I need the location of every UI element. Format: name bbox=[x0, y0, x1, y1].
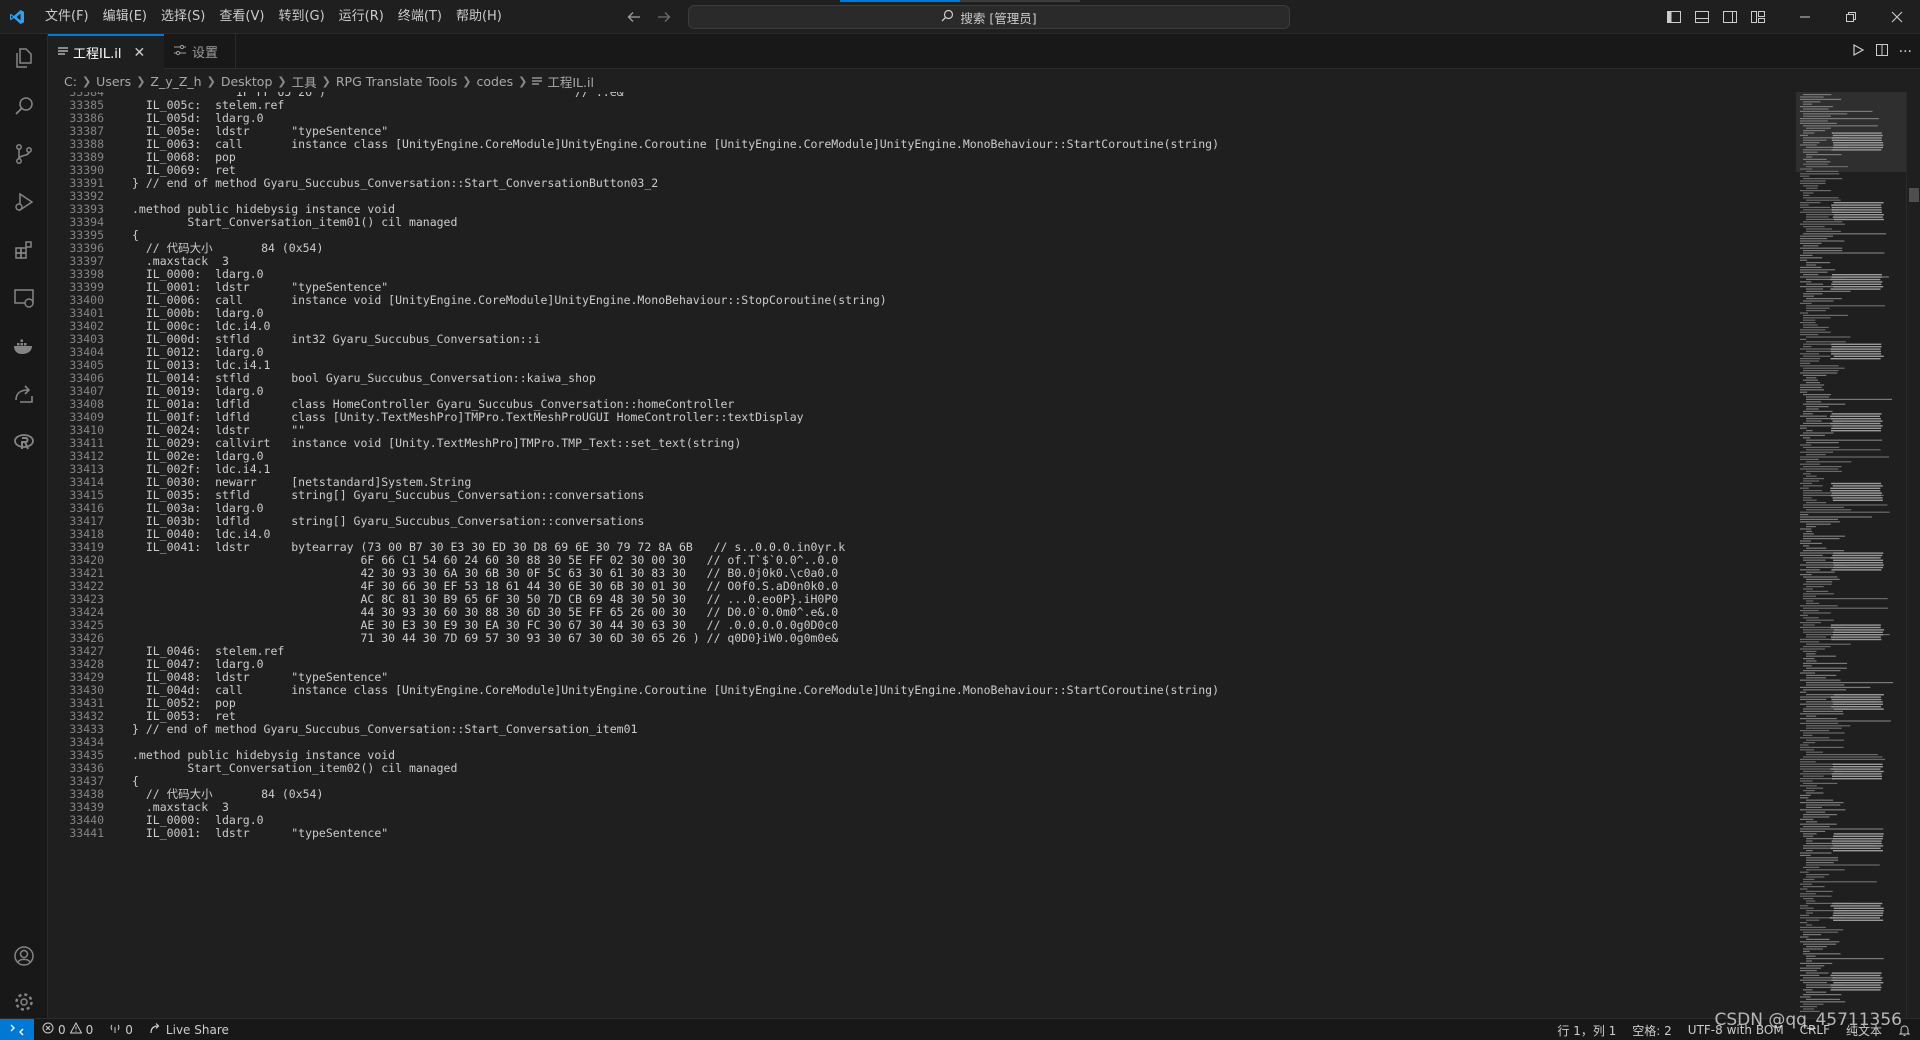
warning-icon bbox=[69, 1021, 82, 1037]
toggle-primary-sidebar-icon[interactable] bbox=[1660, 0, 1688, 34]
vertical-scrollbar[interactable] bbox=[1906, 92, 1920, 1018]
menu-file[interactable]: 文件(F) bbox=[38, 0, 96, 34]
search-label: 搜索 [管理员] bbox=[960, 10, 1037, 26]
cursor-position[interactable]: 行 1，列 1 bbox=[1549, 1022, 1624, 1039]
watermark: CSDN @qq_45711356 bbox=[1714, 1010, 1902, 1030]
menu-edit[interactable]: 编辑(E) bbox=[96, 0, 154, 34]
breadcrumb-item[interactable]: 工具 bbox=[292, 72, 317, 91]
chevron-right-icon: ❯ bbox=[277, 74, 287, 88]
chevron-right-icon: ❯ bbox=[462, 74, 472, 88]
menu-help[interactable]: 帮助(H) bbox=[449, 0, 509, 34]
remote-indicator-icon[interactable] bbox=[0, 1018, 34, 1040]
problems-indicator[interactable]: 0 0 bbox=[34, 1021, 101, 1037]
docker-icon[interactable] bbox=[0, 322, 48, 370]
tab-close-icon[interactable]: ✕ bbox=[133, 45, 145, 61]
accounts-icon[interactable] bbox=[0, 932, 48, 980]
minimize-icon[interactable] bbox=[1782, 0, 1828, 34]
tab-il-file[interactable]: 工程IL.il ✕ bbox=[48, 34, 164, 69]
chevron-right-icon: ❯ bbox=[518, 74, 528, 88]
activity-bar bbox=[0, 34, 48, 1018]
command-center-search[interactable]: 搜索 [管理员] bbox=[688, 5, 1290, 29]
line-number: 33441 bbox=[69, 826, 104, 840]
title-bar: 文件(F) 编辑(E) 选择(S) 查看(V) 转到(G) 运行(R) 终端(T… bbox=[0, 0, 1920, 34]
vscode-logo-icon bbox=[0, 0, 34, 34]
breadcrumb-item[interactable]: RPG Translate Tools bbox=[336, 74, 457, 89]
code-line[interactable]: 33441 IL_0001: ldstr "typeSentence" bbox=[48, 825, 1796, 841]
ports-count: 0 bbox=[125, 1022, 133, 1037]
more-actions-icon[interactable]: ··· bbox=[1899, 44, 1912, 60]
breadcrumb-item[interactable]: Desktop bbox=[221, 74, 273, 89]
menu-terminal[interactable]: 终端(T) bbox=[391, 0, 449, 34]
chevron-right-icon: ❯ bbox=[321, 74, 331, 88]
customize-layout-icon[interactable] bbox=[1744, 0, 1772, 34]
extensions-icon[interactable] bbox=[0, 226, 48, 274]
toggle-panel-icon[interactable] bbox=[1688, 0, 1716, 34]
breadcrumb-item[interactable]: Z_y_Z_h bbox=[150, 74, 201, 89]
tab-label: 设置 bbox=[192, 46, 219, 61]
source-control-icon[interactable] bbox=[0, 130, 48, 178]
settings-sliders-icon bbox=[174, 44, 186, 60]
menu-view[interactable]: 查看(V) bbox=[212, 0, 271, 34]
live-share-label: Live Share bbox=[165, 1022, 229, 1037]
file-lines-icon bbox=[532, 77, 543, 85]
menu-selection[interactable]: 选择(S) bbox=[154, 0, 212, 34]
breadcrumb-item[interactable]: codes bbox=[476, 74, 513, 89]
chevron-right-icon: ❯ bbox=[206, 74, 216, 88]
tab-settings[interactable]: 设置 bbox=[164, 34, 236, 69]
run-file-icon[interactable] bbox=[1851, 43, 1865, 61]
ports-indicator[interactable]: 0 bbox=[101, 1022, 141, 1037]
restore-icon[interactable] bbox=[1828, 0, 1874, 34]
menu-go[interactable]: 转到(G) bbox=[271, 0, 331, 34]
breadcrumb-item[interactable]: C: bbox=[64, 74, 77, 89]
live-share-icon[interactable] bbox=[0, 370, 48, 418]
forward-arrow-icon[interactable] bbox=[654, 7, 674, 27]
live-share-status-icon bbox=[149, 1022, 162, 1038]
error-icon bbox=[42, 1022, 54, 1037]
explorer-icon[interactable] bbox=[0, 34, 48, 82]
breadcrumb-file-label: 工程IL.il bbox=[547, 74, 594, 90]
warning-count: 0 bbox=[85, 1022, 94, 1037]
menu-run[interactable]: 运行(R) bbox=[332, 0, 391, 34]
editor-tab-bar: 工程IL.il ✕ 设置 ··· bbox=[48, 34, 1920, 69]
chevron-right-icon: ❯ bbox=[136, 74, 146, 88]
title-accent-bar-right bbox=[960, 0, 1080, 2]
search-view-icon[interactable] bbox=[0, 82, 48, 130]
toggle-secondary-sidebar-icon[interactable] bbox=[1716, 0, 1744, 34]
remote-explorer-icon[interactable] bbox=[0, 274, 48, 322]
breadcrumb-file[interactable]: 工程IL.il bbox=[532, 72, 594, 91]
live-share-button[interactable]: Live Share bbox=[141, 1022, 237, 1038]
close-window-icon[interactable] bbox=[1874, 0, 1920, 34]
minimap-preview bbox=[1796, 92, 1906, 1012]
file-lines-icon bbox=[58, 45, 68, 60]
code-editor[interactable]: 33384 1F FF 65 26 ) // ..e& 33385 IL_005c… bbox=[48, 92, 1796, 1018]
minimap[interactable] bbox=[1796, 92, 1906, 1018]
radio-tower-icon bbox=[109, 1022, 121, 1037]
search-icon bbox=[941, 9, 954, 25]
title-accent-bar-left bbox=[840, 0, 960, 2]
breadcrumb-item[interactable]: Users bbox=[96, 74, 131, 89]
menu-bar: 文件(F) 编辑(E) 选择(S) 查看(V) 转到(G) 运行(R) 终端(T… bbox=[38, 0, 509, 34]
back-arrow-icon[interactable] bbox=[624, 7, 644, 27]
indentation[interactable]: 空格: 2 bbox=[1624, 1022, 1680, 1039]
run-debug-icon[interactable] bbox=[0, 178, 48, 226]
status-bar: 0 0 0 Live Share 行 1，列 1 空格: 2 UTF-8 wit… bbox=[0, 1018, 1920, 1040]
tab-label: 工程IL.il bbox=[73, 47, 122, 62]
split-editor-icon[interactable] bbox=[1875, 43, 1889, 61]
error-count: 0 bbox=[58, 1022, 66, 1037]
chevron-right-icon: ❯ bbox=[81, 74, 92, 88]
scrollbar-thumb[interactable] bbox=[1909, 188, 1919, 202]
breadcrumb: C: ❯ Users ❯ Z_y_Z_h ❯ Desktop ❯ 工具 ❯ RPG Tra… bbox=[48, 70, 1920, 92]
line-text: IL_0001: ldstr "typeSentence" bbox=[132, 826, 389, 840]
r-language-icon[interactable] bbox=[0, 418, 48, 466]
